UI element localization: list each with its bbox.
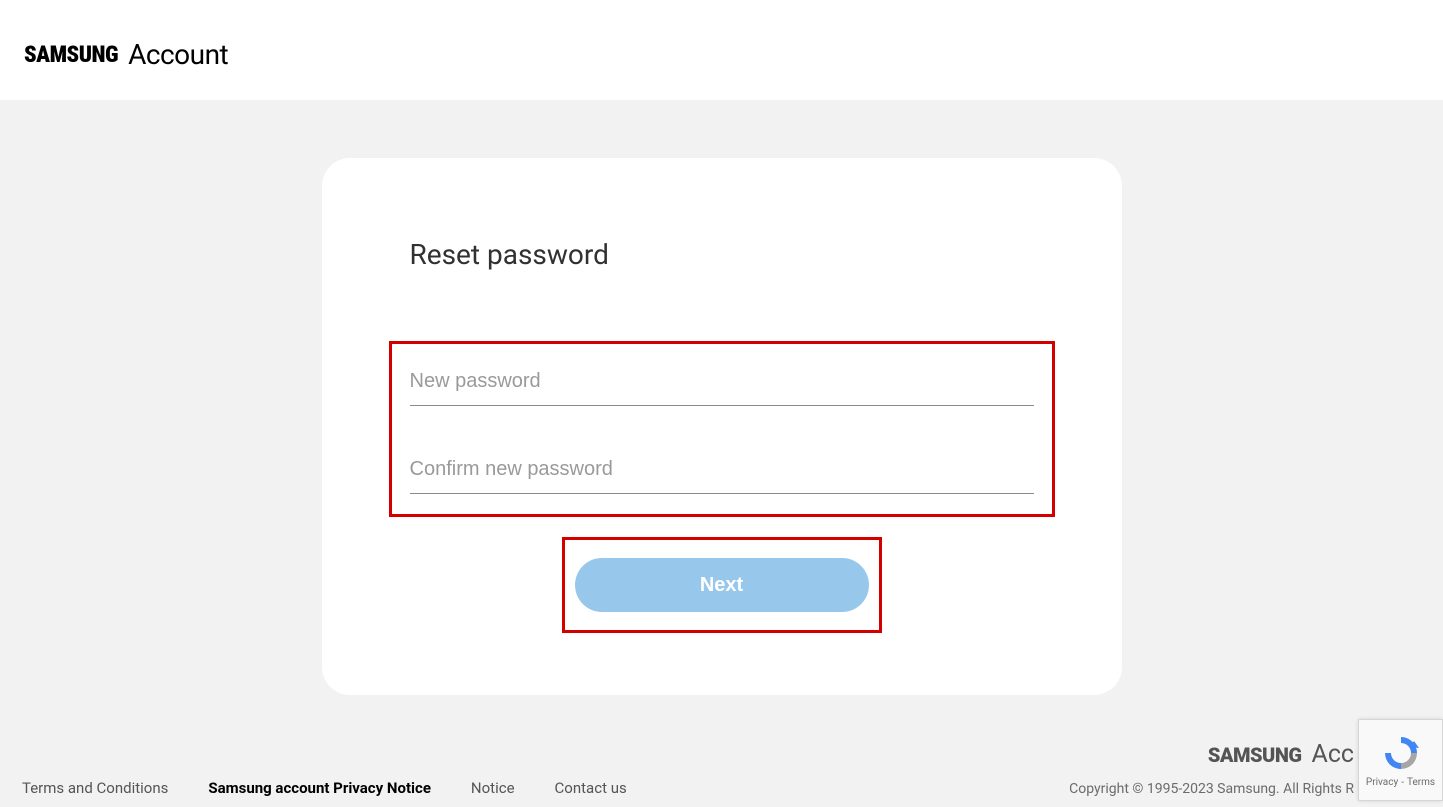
footer-links: Terms and Conditions Samsung account Pri…	[0, 779, 627, 797]
confirm-password-input[interactable]	[410, 450, 1034, 494]
recaptcha-icon	[1381, 733, 1421, 773]
page-footer: Terms and Conditions Samsung account Pri…	[0, 735, 1443, 807]
footer-account-word: Acc	[1312, 740, 1354, 769]
footer-samsung-wordmark: SAMSUNG	[1208, 743, 1302, 767]
confirm-password-group	[410, 450, 1034, 494]
recaptcha-privacy-link[interactable]: Privacy	[1366, 777, 1398, 788]
reset-password-card: Reset password Next	[322, 158, 1122, 695]
samsung-wordmark: SAMSUNG	[24, 41, 118, 68]
page-title: Reset password	[410, 238, 1034, 271]
main-content: Reset password Next Terms and Conditions…	[0, 100, 1443, 807]
recaptcha-terms-link[interactable]: Terms	[1407, 777, 1435, 788]
new-password-input[interactable]	[410, 362, 1034, 406]
new-password-group	[410, 362, 1034, 406]
inputs-highlight-box	[389, 341, 1055, 517]
terms-link[interactable]: Terms and Conditions	[22, 779, 168, 797]
button-highlight-box: Next	[562, 537, 882, 633]
recaptcha-links: Privacy - Terms	[1366, 777, 1435, 788]
next-button[interactable]: Next	[575, 558, 869, 612]
recaptcha-badge[interactable]: Privacy - Terms	[1358, 719, 1443, 801]
brand-logo: SAMSUNG Account	[24, 38, 1419, 71]
account-word: Account	[128, 38, 228, 71]
notice-link[interactable]: Notice	[471, 779, 515, 797]
page-header: SAMSUNG Account	[0, 0, 1443, 100]
recaptcha-separator: -	[1401, 777, 1404, 788]
privacy-link[interactable]: Samsung account Privacy Notice	[208, 779, 431, 797]
contact-link[interactable]: Contact us	[555, 779, 627, 797]
